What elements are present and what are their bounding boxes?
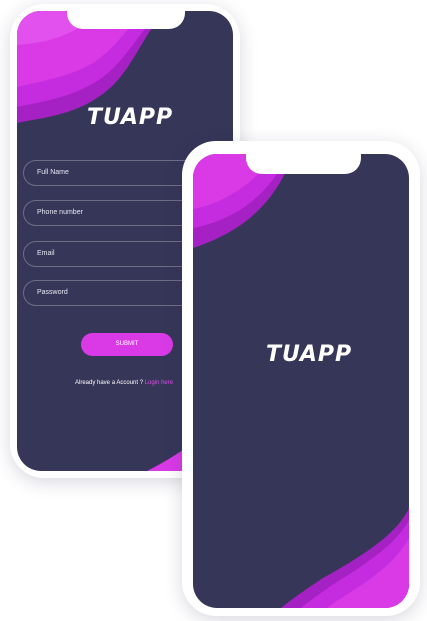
signup-notch <box>67 11 185 29</box>
splash-logo: TUAPP <box>266 342 353 367</box>
phone-number-label: Phone number <box>37 209 83 216</box>
email-label: Email <box>37 250 55 257</box>
splash-screen: TUAPP <box>193 154 409 608</box>
splash-phone-frame: TUAPP <box>182 141 420 616</box>
password-label: Password <box>37 289 68 296</box>
splash-notch <box>246 154 361 174</box>
full-name-label: Full Name <box>37 169 69 176</box>
submit-button[interactable]: SUBMIT <box>81 333 173 356</box>
login-here-link[interactable]: Login here <box>145 380 173 386</box>
login-prompt-text: Already have a Account ? <box>75 380 144 386</box>
login-prompt: Already have a Account ? Login here <box>75 380 173 386</box>
signup-logo: TUAPP <box>87 105 174 130</box>
splash-bottom-wave <box>281 508 409 608</box>
